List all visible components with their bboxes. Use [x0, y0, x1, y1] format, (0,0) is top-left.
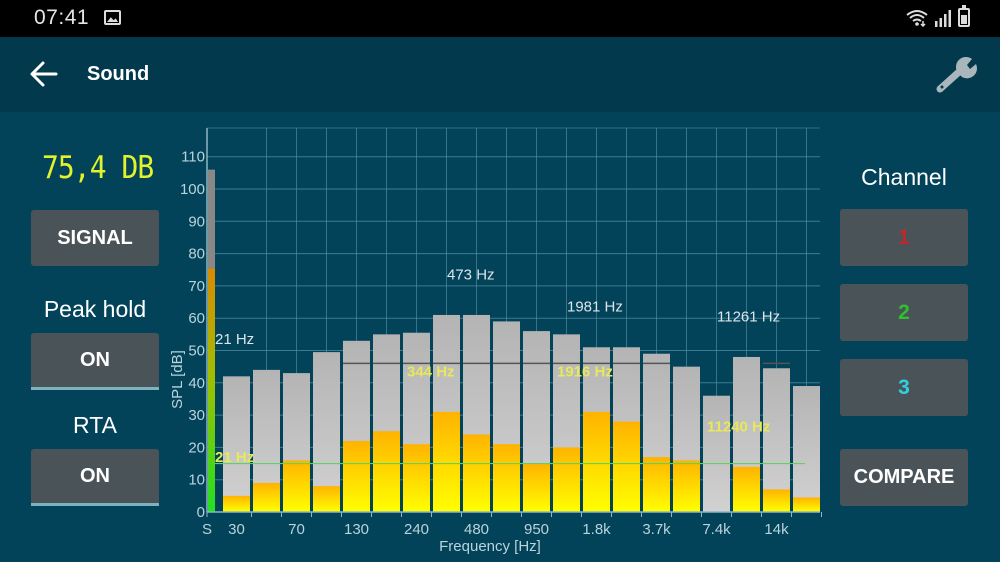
x-tick-label: 70: [288, 521, 305, 538]
summary-level-bar: [208, 268, 215, 512]
peak-bar: [703, 395, 730, 512]
y-tick-label: 70: [188, 278, 205, 295]
current-bar: [763, 489, 790, 512]
x-tick-label: S: [202, 521, 212, 538]
wrench-icon[interactable]: [934, 55, 980, 95]
current-bar: [343, 440, 370, 512]
peak-frequency-label: 21 Hz: [215, 331, 254, 348]
current-frequency-label: 1916 Hz: [557, 363, 613, 380]
y-tick-label: 10: [188, 472, 205, 489]
page-title: Sound: [87, 63, 150, 85]
current-bar: [493, 444, 520, 512]
current-bar: [373, 431, 400, 512]
y-tick-label: 50: [188, 343, 205, 360]
current-bar: [553, 447, 580, 512]
current-bar: [733, 466, 760, 512]
rta-label: RTA: [73, 412, 117, 438]
current-bar: [403, 444, 430, 512]
current-bar: [283, 460, 310, 512]
y-axis-title: SPL [dB]: [169, 350, 186, 409]
peak-frequency-label: 1981 Hz: [567, 299, 623, 316]
current-bar: [673, 460, 700, 512]
current-frequency-label: 344 Hz: [407, 363, 455, 380]
current-bar: [643, 457, 670, 512]
summary-peak-bar: [208, 169, 215, 269]
x-tick-label: 3.7k: [642, 521, 671, 538]
peak-bar: [223, 376, 250, 512]
status-bar: 07:41: [0, 0, 1000, 37]
channel-2-button[interactable]: 2: [840, 284, 968, 341]
y-tick-label: 60: [188, 310, 205, 327]
current-bar: [253, 482, 280, 512]
spl-level-readout: 75,4 DB: [42, 150, 154, 186]
y-tick-label: 110: [181, 149, 205, 166]
current-frequency-label: 11240 Hz: [707, 418, 770, 435]
peak-hold-toggle[interactable]: ON: [31, 333, 159, 390]
spectrum-chart: 0 10 20 30 40 50 60 70 80 90 100 110 S 30 70 130 240 480 9…: [160, 120, 830, 560]
y-tick-label: 90: [188, 213, 205, 230]
peak-frequency-label: 473 Hz: [447, 266, 495, 283]
peak-hold-label: Peak hold: [43, 296, 147, 322]
x-tick-label: 240: [404, 521, 429, 538]
x-axis-title: Frequency [Hz]: [439, 538, 541, 555]
channel-3-button[interactable]: 3: [840, 359, 968, 416]
rta-toggle[interactable]: ON: [31, 449, 159, 506]
system-icons: [906, 5, 970, 27]
signal-icon: [934, 9, 952, 27]
signal-button[interactable]: SIGNAL: [31, 210, 159, 266]
spectrum-chart-svg: 0 10 20 30 40 50 60 70 80 90 100 110 S 30 70 130 240 480 9…: [169, 127, 822, 555]
current-bar: [463, 434, 490, 512]
status-time: 07:41: [34, 6, 90, 29]
y-tick-label: 40: [188, 375, 205, 392]
battery-icon: [958, 5, 970, 27]
current-bar: [793, 497, 820, 512]
x-tick-label: 130: [344, 521, 369, 538]
current-bar: [523, 463, 550, 512]
peak-bar: [793, 386, 820, 512]
arrow-left-icon[interactable]: [28, 59, 60, 89]
x-tick-label: 7.4k: [702, 521, 731, 538]
image-icon: [104, 10, 121, 25]
wifi-icon: [906, 9, 928, 27]
current-bar: [613, 421, 640, 512]
current-bar: [583, 411, 610, 512]
peak-frequency-label: 11261 Hz: [717, 308, 780, 325]
channel-1-button[interactable]: 1: [840, 209, 968, 266]
x-tick-label: 30: [228, 521, 245, 538]
y-tick-label: 80: [188, 246, 205, 263]
current-bar: [433, 411, 460, 512]
y-tick-label: 30: [188, 407, 205, 424]
app-bar: Sound: [0, 37, 1000, 112]
y-tick-label: 0: [197, 504, 205, 521]
x-tick-label: 480: [464, 521, 489, 538]
x-tick-label: 1.8k: [582, 521, 611, 538]
current-bar: [313, 486, 340, 512]
current-frequency-label: 21 Hz: [215, 449, 254, 466]
x-tick-label: 14k: [764, 521, 789, 538]
channel-label: Channel: [861, 164, 947, 190]
y-tick-label: 100: [180, 181, 205, 198]
y-tick-label: 20: [188, 439, 205, 456]
x-tick-label: 950: [524, 521, 549, 538]
current-bar: [223, 495, 250, 512]
compare-button[interactable]: COMPARE: [840, 449, 968, 506]
